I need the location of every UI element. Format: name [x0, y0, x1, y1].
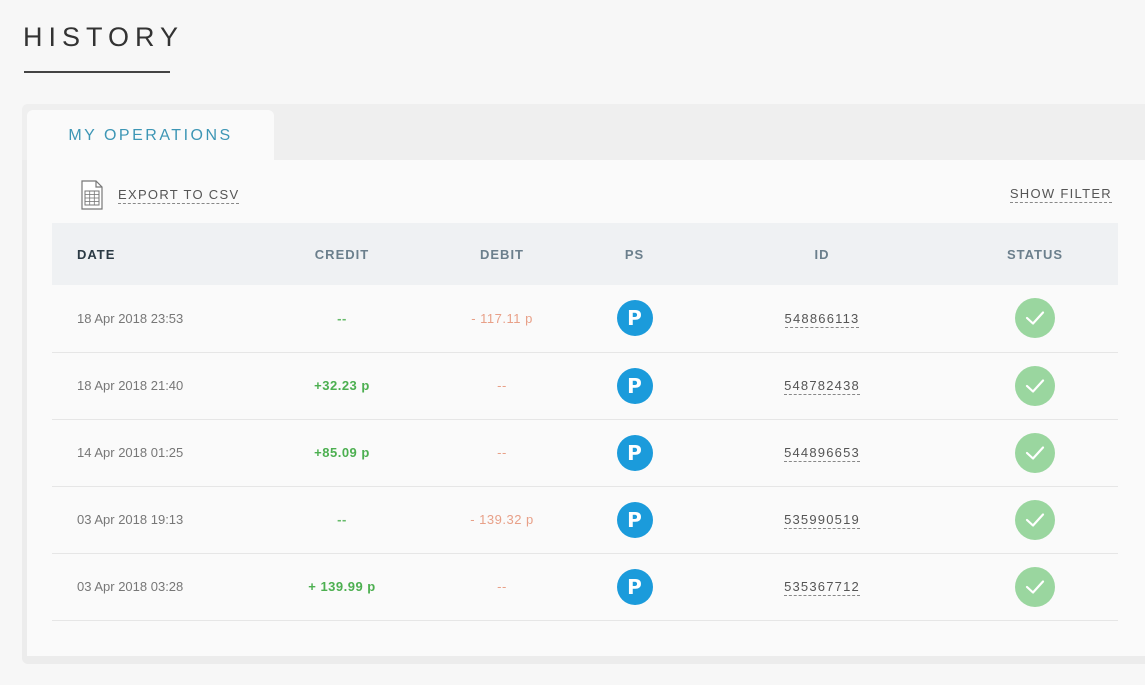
- row-debit: --: [497, 445, 507, 460]
- row-date: 14 Apr 2018 01:25: [77, 445, 184, 460]
- operation-id-link[interactable]: 544896653: [784, 445, 860, 462]
- row-id-cell: 544896653: [692, 419, 952, 486]
- paypal-icon: P: [616, 300, 653, 337]
- row-date: 18 Apr 2018 23:53: [77, 310, 184, 326]
- row-ps-cell: P: [577, 486, 692, 553]
- row-date: 18 Apr 2018 21:40: [77, 378, 184, 393]
- page-title: HISTORY: [23, 22, 185, 52]
- row-ps-cell: P: [577, 419, 692, 486]
- row-debit: - 117.11 p: [471, 310, 533, 326]
- row-status-cell: [952, 419, 1118, 486]
- row-ps-cell: P: [577, 352, 692, 419]
- header-date: DATE: [77, 246, 116, 262]
- row-debit: - 139.32 p: [470, 512, 534, 527]
- header-credit: CREDIT: [314, 246, 370, 262]
- row-ps-cell: P: [577, 553, 692, 620]
- row-id-cell: 548782438: [692, 352, 952, 419]
- operations-content: EXPORT TO CSV SHOW FILTER DATE CREDIT DE…: [27, 160, 1145, 656]
- row-status-cell: [952, 553, 1118, 620]
- operations-table: DATE CREDIT DEBIT PS ID STATUS 18 Apr 20…: [52, 223, 1118, 621]
- check-icon: [1015, 432, 1055, 473]
- export-csv-label: EXPORT TO CSV: [118, 186, 240, 204]
- paypal-icon: P: [616, 367, 653, 404]
- header-status: STATUS: [1006, 246, 1064, 262]
- row-status-cell: [952, 486, 1118, 553]
- row-id-cell: 548866113: [692, 285, 952, 352]
- paypal-icon: P: [616, 434, 653, 471]
- table-row: 03 Apr 2018 03:28 + 139.99 p -- P 535367…: [52, 553, 1118, 620]
- table-row: 18 Apr 2018 23:53 -- - 117.11 p P 548866…: [52, 285, 1118, 352]
- row-id-cell: 535990519: [692, 486, 952, 553]
- export-csv-button[interactable]: EXPORT TO CSV: [80, 180, 240, 210]
- row-date: 03 Apr 2018 19:13: [77, 512, 184, 527]
- row-credit: +32.23 p: [314, 378, 370, 393]
- operation-id-link[interactable]: 548782438: [784, 378, 860, 395]
- check-icon: [1015, 566, 1055, 607]
- table-row: 03 Apr 2018 19:13 -- - 139.32 p P 535990…: [52, 486, 1118, 553]
- header-id: ID: [814, 246, 830, 262]
- row-credit: --: [337, 310, 347, 326]
- row-status-cell: [952, 352, 1118, 419]
- table-header-row: DATE CREDIT DEBIT PS ID STATUS: [52, 223, 1118, 285]
- operation-id-link[interactable]: 535367712: [784, 579, 860, 596]
- table-row: 18 Apr 2018 21:40 +32.23 p -- P 54878243…: [52, 352, 1118, 419]
- row-debit: --: [497, 378, 507, 393]
- header-ps: PS: [624, 246, 645, 262]
- row-ps-cell: P: [577, 285, 692, 352]
- show-filter-link[interactable]: SHOW FILTER: [1009, 186, 1112, 203]
- spreadsheet-icon: [81, 180, 103, 210]
- row-status-cell: [952, 285, 1118, 352]
- title-underline: [24, 71, 170, 73]
- check-icon: [1015, 365, 1055, 406]
- row-credit: +85.09 p: [314, 445, 370, 460]
- row-credit: --: [337, 512, 347, 527]
- paypal-icon: P: [616, 568, 653, 605]
- row-id-cell: 535367712: [692, 553, 952, 620]
- operation-id-link[interactable]: 535990519: [784, 512, 860, 529]
- check-icon: [1015, 298, 1055, 339]
- row-credit: + 139.99 p: [308, 579, 376, 594]
- check-icon: [1015, 499, 1055, 540]
- operation-id-link[interactable]: 548866113: [784, 310, 860, 328]
- tab-my-operations[interactable]: MY OPERATIONS: [27, 110, 274, 162]
- header-debit: DEBIT: [480, 246, 524, 262]
- operations-panel: MY OPERATIONS EXPORT TO CSV SHOW FILTER …: [22, 104, 1145, 664]
- row-date: 03 Apr 2018 03:28: [77, 579, 184, 594]
- table-row: 14 Apr 2018 01:25 +85.09 p -- P 54489665…: [52, 419, 1118, 486]
- row-debit: --: [497, 579, 507, 594]
- paypal-icon: P: [616, 501, 653, 538]
